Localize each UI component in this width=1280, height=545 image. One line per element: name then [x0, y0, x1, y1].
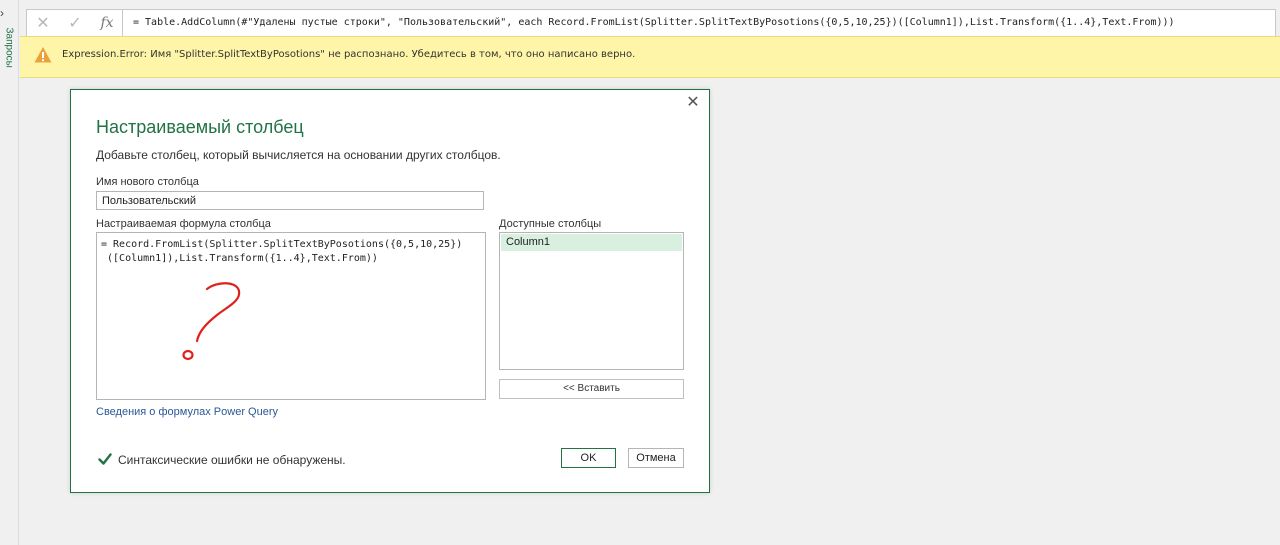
- insert-button[interactable]: << Вставить: [499, 379, 684, 399]
- new-column-name-input[interactable]: Пользовательский: [96, 191, 484, 210]
- dialog-title: Настраиваемый столбец: [96, 117, 304, 137]
- new-column-name-label: Имя нового столбца: [96, 176, 199, 188]
- confirm-edit-icon[interactable]: ✓: [61, 13, 89, 33]
- formula-bar-buttons: ✕ ✓ fx: [26, 9, 123, 37]
- check-icon: [98, 453, 112, 465]
- power-query-formulas-link[interactable]: Сведения о формулах Power Query: [96, 406, 278, 418]
- custom-formula-label: Настраиваемая формула столбца: [96, 218, 271, 230]
- custom-column-dialog: ✕ Настраиваемый столбец Добавьте столбец…: [70, 89, 710, 493]
- cancel-button[interactable]: Отмена: [628, 448, 684, 468]
- ok-button[interactable]: OK: [561, 448, 616, 468]
- formula-input[interactable]: = Table.AddColumn(#"Удалены пустые строк…: [122, 9, 1276, 37]
- list-item-column1[interactable]: Column1: [501, 234, 682, 251]
- queries-pane-label: Запросы: [3, 27, 15, 68]
- warning-triangle-icon: [34, 47, 52, 63]
- fx-icon[interactable]: fx: [93, 15, 121, 31]
- expand-pane-icon[interactable]: ›: [0, 6, 4, 20]
- cancel-edit-icon[interactable]: ✕: [29, 13, 57, 33]
- error-bar: Expression.Error: Имя "Splitter.SplitTex…: [20, 36, 1280, 78]
- queries-pane-collapsed[interactable]: › Запросы: [0, 0, 19, 545]
- close-icon[interactable]: ✕: [685, 95, 701, 111]
- syntax-status-text: Синтаксические ошибки не обнаружены.: [118, 453, 346, 467]
- available-columns-label: Доступные столбцы: [499, 218, 602, 230]
- custom-formula-editor[interactable]: = Record.FromList(Splitter.SplitTextByPo…: [96, 232, 486, 400]
- question-mark-doodle: [182, 282, 241, 361]
- error-message: Expression.Error: Имя "Splitter.SplitTex…: [62, 49, 636, 60]
- available-columns-list[interactable]: Column1: [499, 232, 684, 370]
- dialog-subtitle: Добавьте столбец, который вычисляется на…: [96, 148, 501, 162]
- custom-formula-text: = Record.FromList(Splitter.SplitTextByPo…: [101, 239, 463, 264]
